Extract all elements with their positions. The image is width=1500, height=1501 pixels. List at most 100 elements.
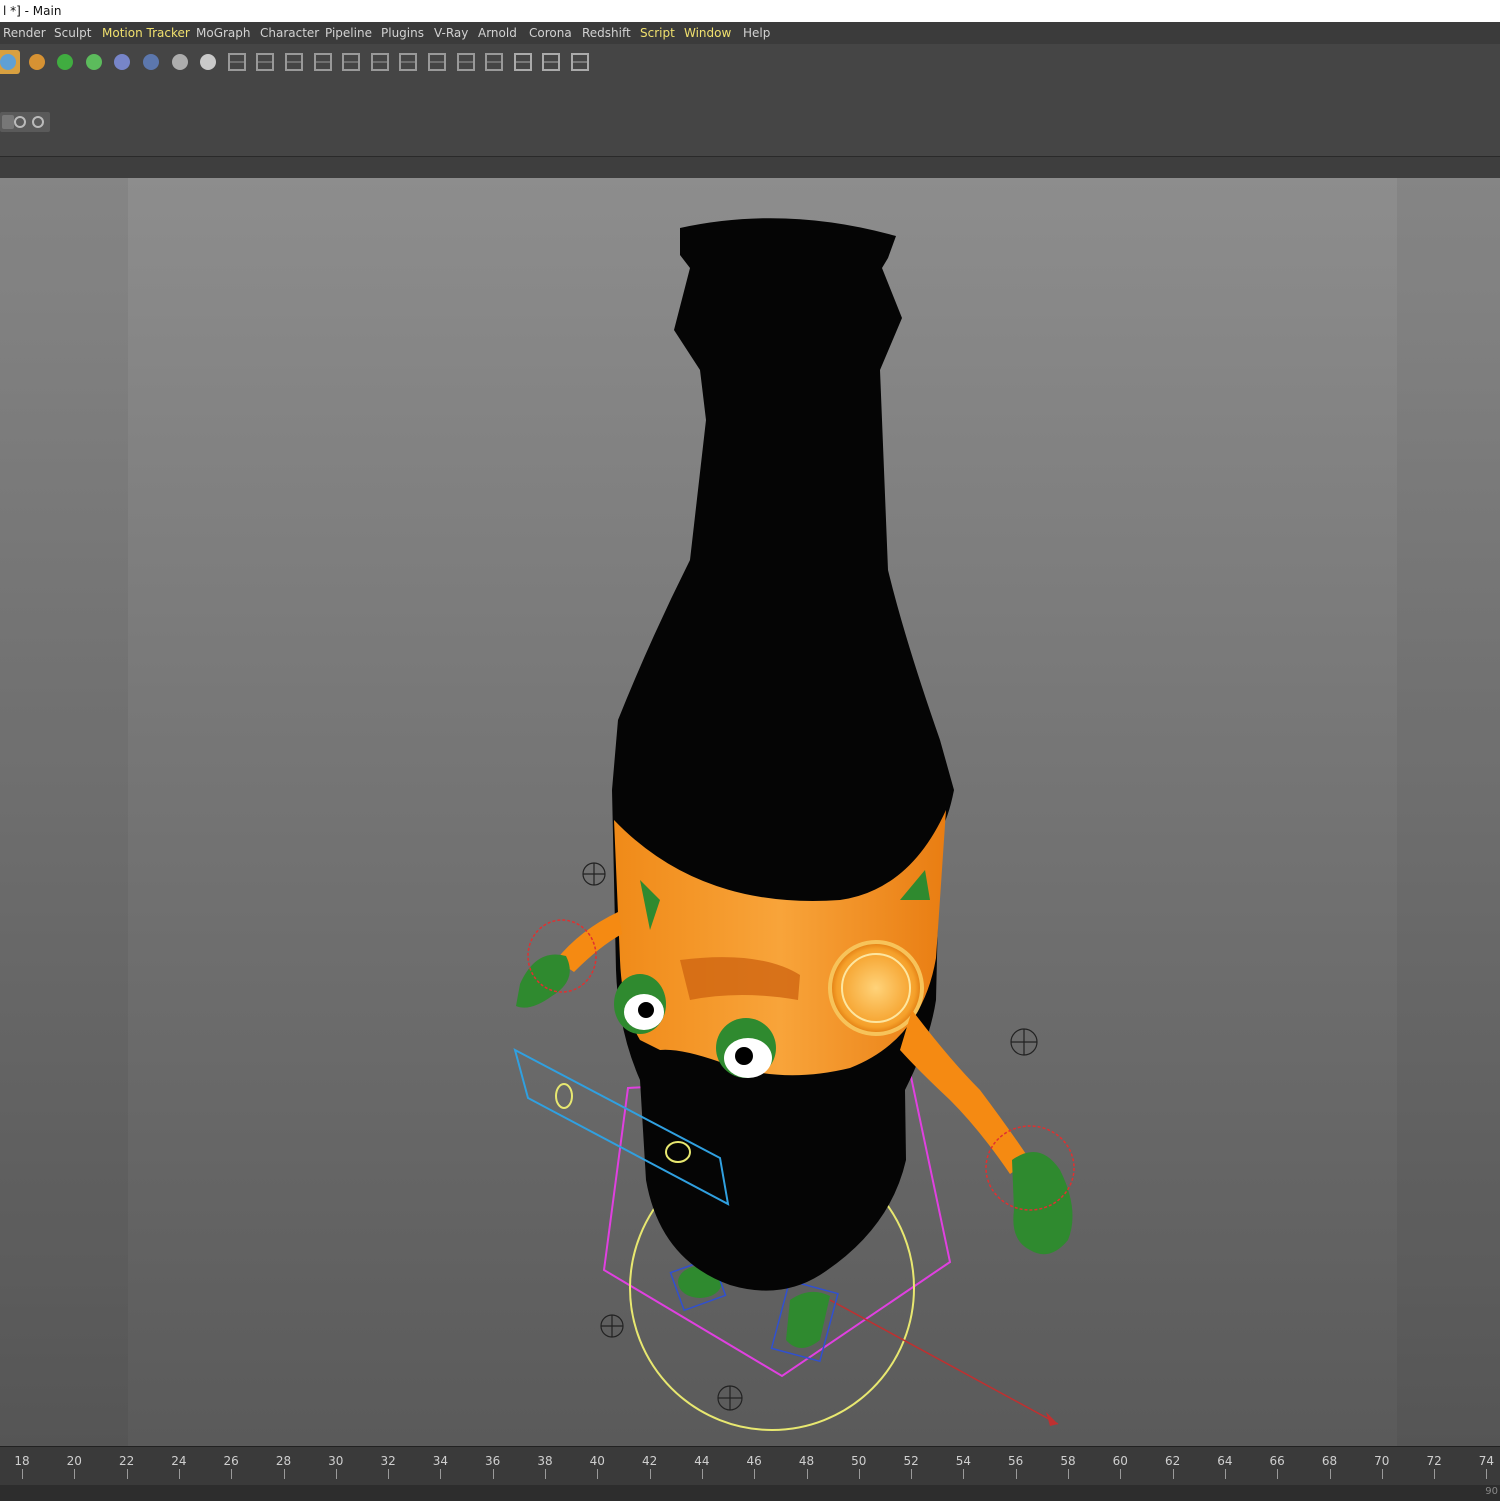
menu-arnold[interactable]: Arnold <box>478 22 517 44</box>
frame-tick <box>492 1469 494 1479</box>
frame-tick-label: 60 <box>1112 1454 1128 1468</box>
tag-icon[interactable] <box>454 50 478 74</box>
deformer-icon[interactable] <box>110 50 134 74</box>
bottle-body[interactable] <box>612 218 954 1291</box>
frame-tick-label: 26 <box>223 1454 239 1468</box>
frame-tick-label: 74 <box>1478 1454 1495 1468</box>
frame-tick-label: 38 <box>537 1454 553 1468</box>
toolbar-area <box>0 44 1500 156</box>
frame-tick <box>1329 1469 1331 1479</box>
menu-bar: Render Sculpt Motion Tracker MoGraph Charact… <box>0 22 1500 44</box>
menu-script[interactable]: Script <box>640 22 675 44</box>
frame-tick-label: 44 <box>694 1454 710 1468</box>
frame-tick <box>74 1469 76 1479</box>
frame-tick-label: 40 <box>589 1454 605 1468</box>
menu-plugins[interactable]: Plugins <box>381 22 424 44</box>
menu-v-ray[interactable]: V-Ray <box>434 22 468 44</box>
frame-tick-label: 68 <box>1321 1454 1338 1468</box>
frame-tick <box>858 1469 860 1479</box>
window-titlebar: l *] - Main <box>0 0 1500 22</box>
menu-sculpt[interactable]: Sculpt <box>54 22 91 44</box>
right-foot[interactable] <box>770 1279 839 1363</box>
tag-group-icon[interactable] <box>482 50 506 74</box>
frame-tick <box>1434 1469 1436 1479</box>
frame-tick-label: 58 <box>1060 1454 1076 1468</box>
menu-render[interactable]: Render <box>3 22 46 44</box>
menu-mograph[interactable]: MoGraph <box>196 22 251 44</box>
frame-tick <box>963 1469 965 1479</box>
frame-tick-label: 28 <box>275 1454 292 1468</box>
frame-tick-label: 54 <box>955 1454 972 1468</box>
right-arm[interactable] <box>900 1010 1075 1255</box>
floor-icon[interactable] <box>139 50 163 74</box>
mode-icons[interactable] <box>0 112 50 132</box>
menu-help[interactable]: Help <box>743 22 770 44</box>
orange-slice <box>828 940 924 1036</box>
camera-icon[interactable] <box>168 50 192 74</box>
menu-window[interactable]: Window <box>684 22 731 44</box>
frame-tick <box>126 1469 128 1479</box>
3d-viewport[interactable] <box>0 178 1500 1446</box>
left-eye[interactable] <box>614 974 666 1034</box>
timeline-scrubber[interactable]: 90 <box>0 1485 1500 1501</box>
frame-tick <box>178 1469 180 1479</box>
frame-tick <box>701 1469 703 1479</box>
frame-tick <box>597 1469 599 1479</box>
joint-icon[interactable] <box>225 50 249 74</box>
viewport-header <box>0 156 1500 180</box>
frame-tick-label: 18 <box>14 1454 30 1468</box>
frame-tick <box>1224 1469 1226 1479</box>
frame-tick <box>440 1469 442 1479</box>
frame-tick <box>231 1469 233 1479</box>
right-eye[interactable] <box>716 1018 776 1078</box>
light-icon[interactable] <box>196 50 220 74</box>
object-icon[interactable] <box>425 50 449 74</box>
frame-tick <box>649 1469 651 1479</box>
grid-2-icon[interactable] <box>539 50 563 74</box>
left-arm[interactable] <box>516 912 622 1008</box>
frame-tick-label: 32 <box>380 1454 396 1468</box>
frame-tick <box>283 1469 285 1479</box>
menu-motion-tracker[interactable]: Motion Tracker <box>102 22 190 44</box>
mode-buttons[interactable] <box>0 112 50 132</box>
hierarchy-icon[interactable] <box>368 50 392 74</box>
grid-3-icon[interactable] <box>568 50 592 74</box>
frame-tick <box>545 1469 546 1479</box>
timeline[interactable]: 18 20 22 24 26 28 30 32 34 36 38 40 42 44 46 48 50 52 54 56… <box>0 1446 1500 1501</box>
frame-tick-label: 22 <box>118 1454 135 1468</box>
bottle-character-scene[interactable] <box>0 178 1500 1446</box>
frame-tick-label: 72 <box>1426 1454 1442 1468</box>
ik-icon[interactable] <box>311 50 335 74</box>
frame-tick-label: 64 <box>1217 1454 1233 1468</box>
frame-tick-label: 56 <box>1008 1454 1024 1468</box>
frame-tick-label: 62 <box>1164 1454 1181 1468</box>
frame-tick-label: 46 <box>746 1454 762 1468</box>
frame-tick <box>911 1469 913 1479</box>
frame-tick <box>1120 1469 1122 1479</box>
menu-pipeline[interactable]: Pipeline <box>325 22 372 44</box>
frame-tick-label: 66 <box>1269 1454 1285 1468</box>
menu-character[interactable]: Character <box>260 22 319 44</box>
frame-tick-label: 36 <box>485 1454 501 1468</box>
frame-tick-label: 30 <box>328 1454 344 1468</box>
tree-icon[interactable] <box>339 50 363 74</box>
frame-tick-label: 48 <box>798 1454 815 1468</box>
direction-arrow <box>829 1299 1059 1425</box>
cloner-icon[interactable] <box>82 50 106 74</box>
frame-tick <box>1486 1469 1488 1479</box>
frame-tick <box>388 1469 390 1479</box>
mesh-icon[interactable] <box>396 50 420 74</box>
bone-icon[interactable] <box>282 50 306 74</box>
cube-icon[interactable] <box>0 50 20 74</box>
frame-tick <box>1068 1469 1069 1479</box>
menu-corona[interactable]: Corona <box>529 22 572 44</box>
grid-icon[interactable] <box>511 50 535 74</box>
frame-tick <box>1381 1469 1383 1479</box>
mirror-icon[interactable] <box>253 50 277 74</box>
timeline-ruler[interactable]: 18 20 22 24 26 28 30 32 34 36 38 40 42 44 46 48 50 52 54 56… <box>0 1447 1500 1485</box>
pen-icon[interactable] <box>25 50 49 74</box>
frame-tick-label: 70 <box>1374 1454 1390 1468</box>
subdivision-icon[interactable] <box>53 50 77 74</box>
frame-tick-label: 52 <box>903 1454 919 1468</box>
menu-redshift[interactable]: Redshift <box>582 22 631 44</box>
